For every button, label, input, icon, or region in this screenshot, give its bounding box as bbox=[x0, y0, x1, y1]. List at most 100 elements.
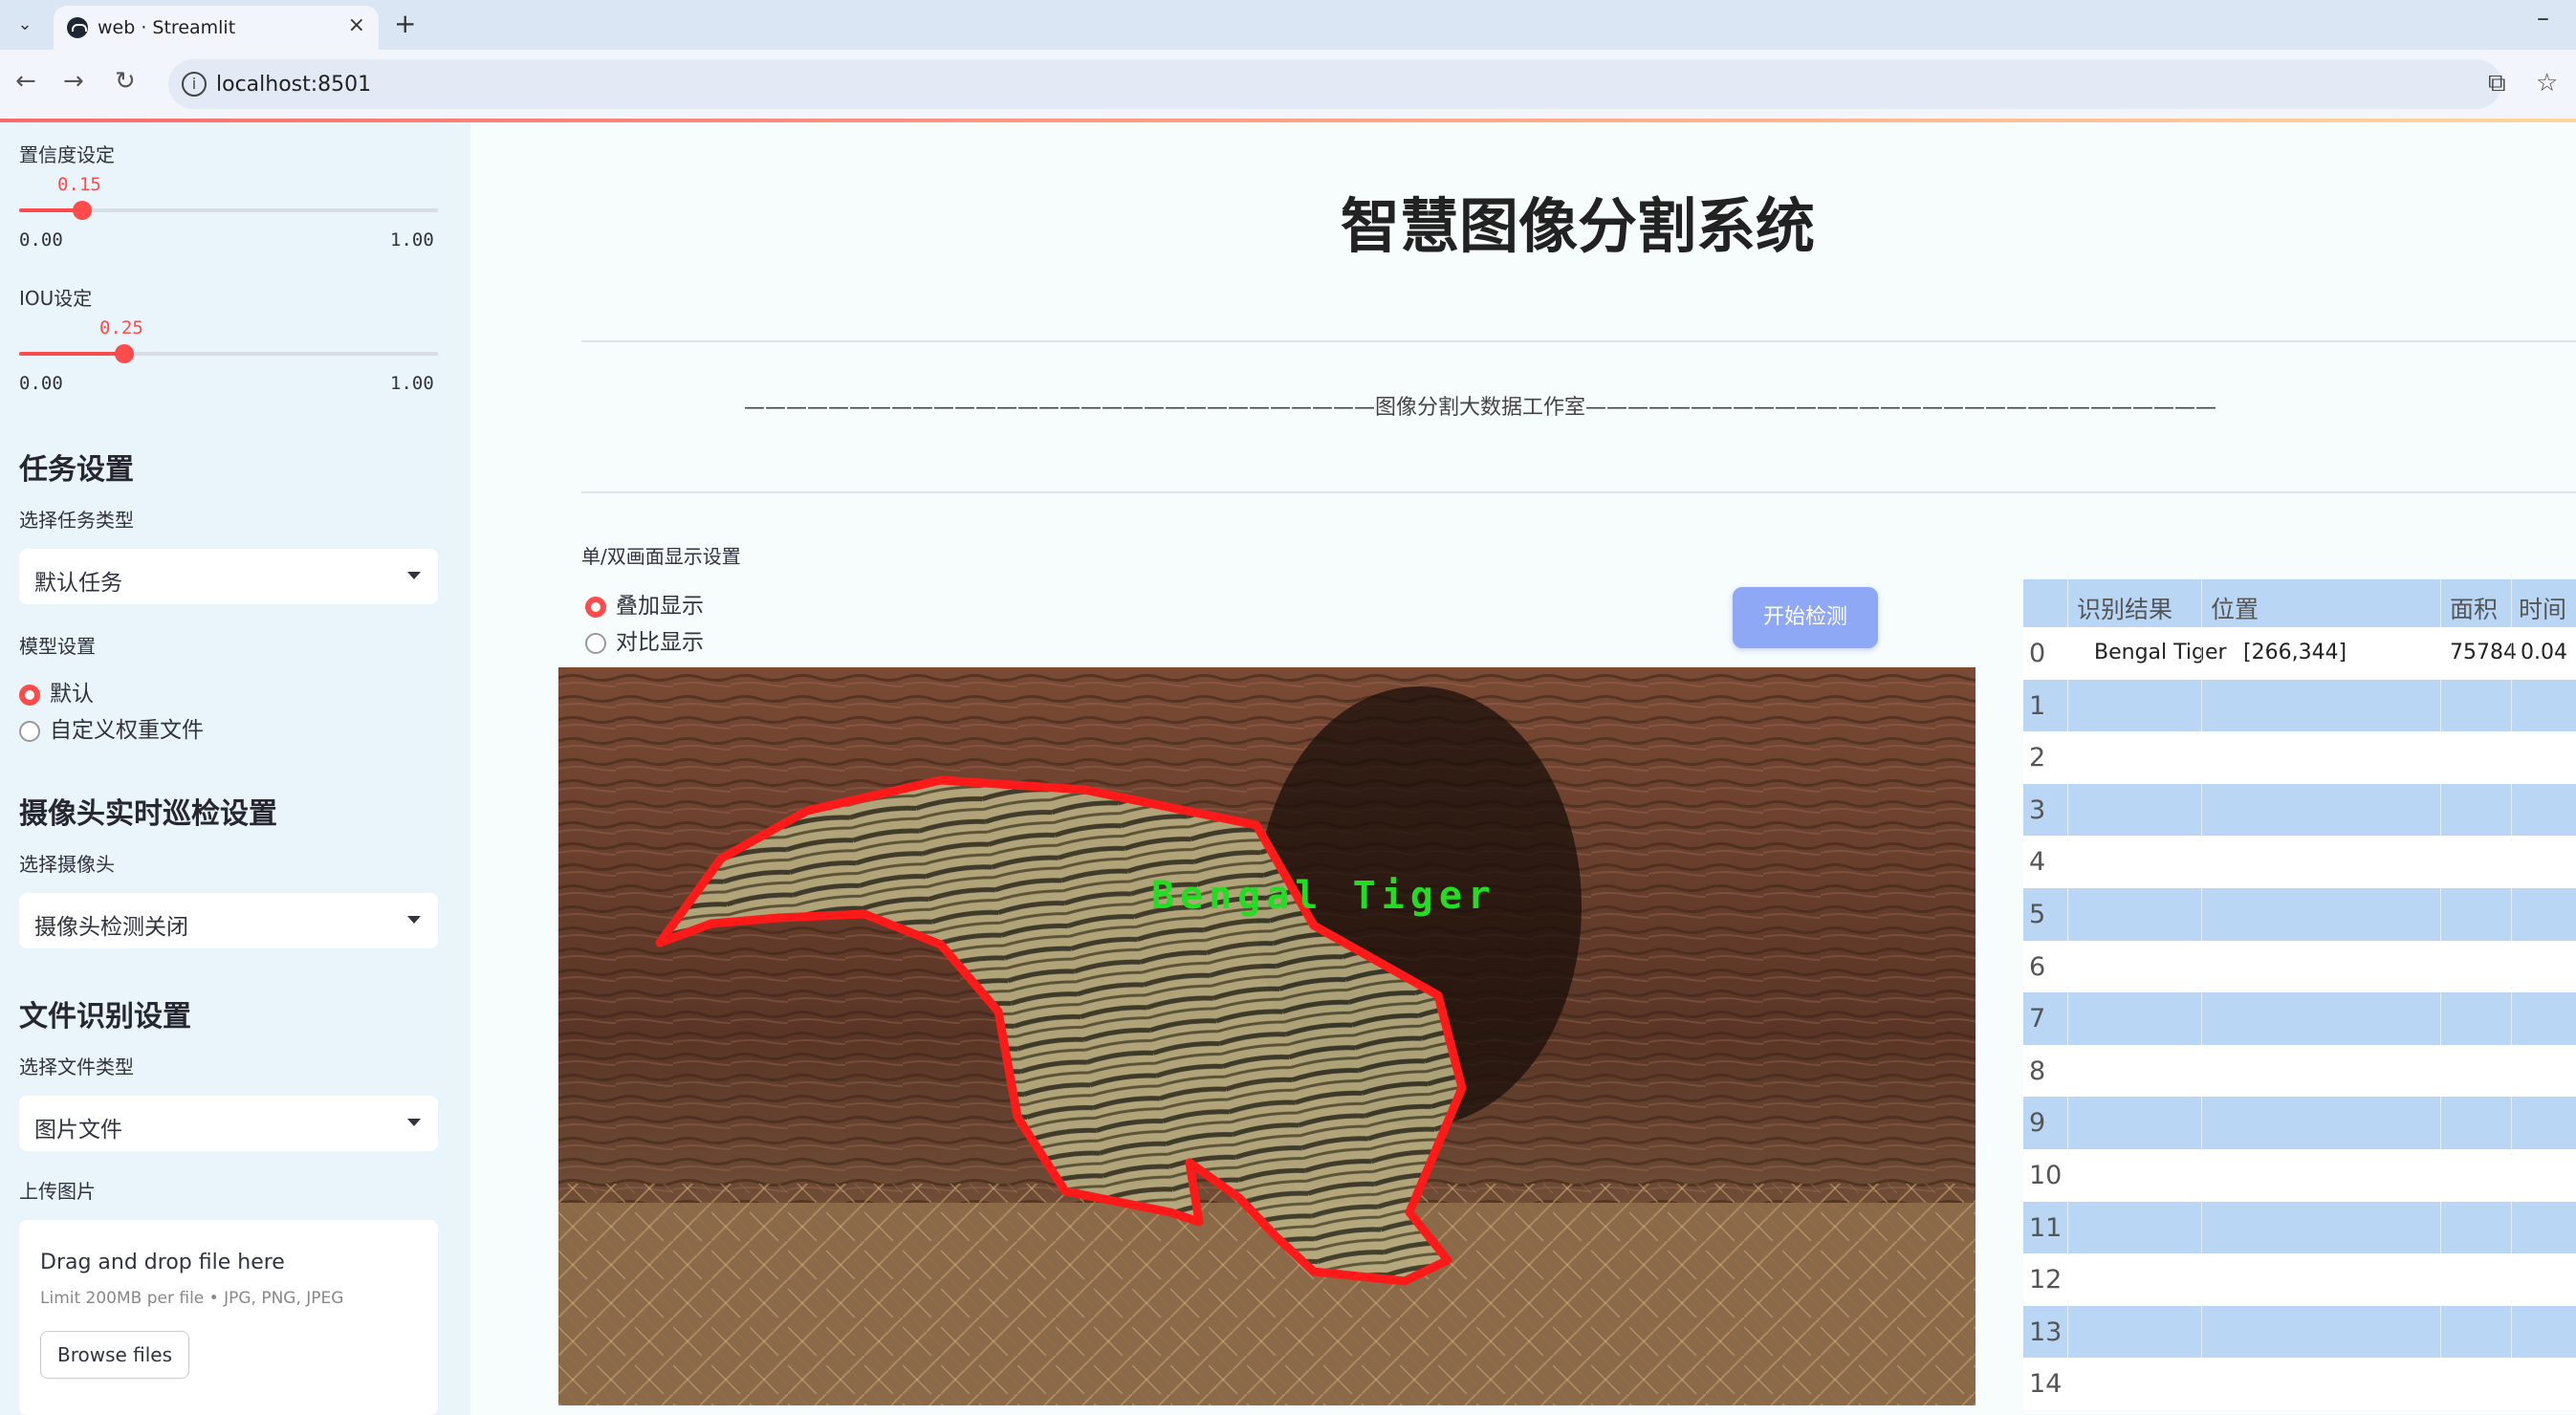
iou-slider[interactable] bbox=[19, 344, 438, 363]
table-row[interactable]: 4 bbox=[2023, 836, 2576, 889]
limit-text: Limit 200MB per file • JPG, PNG, JPEG bbox=[40, 1289, 344, 1308]
table-row[interactable]: 13 bbox=[2023, 1305, 2576, 1359]
table-row[interactable]: 2 bbox=[2023, 731, 2576, 785]
table-row[interactable]: 8 bbox=[2023, 1044, 2576, 1098]
studio-banner: ——————————————————————————————图像分割大数据工作室… bbox=[743, 396, 2216, 420]
model-option-default[interactable]: 默认 bbox=[19, 675, 94, 708]
bookmark-star-icon[interactable]: ☆ bbox=[2536, 69, 2558, 98]
iou-value: 0.25 bbox=[99, 317, 143, 338]
radio-unselected-icon[interactable] bbox=[585, 632, 606, 654]
tab-list-chevron-icon[interactable]: ⌄ bbox=[10, 10, 40, 40]
display-option-compare[interactable]: 对比显示 bbox=[585, 623, 704, 656]
display-setting-label: 单/双画面显示设置 bbox=[581, 545, 741, 568]
column-divider bbox=[2067, 579, 2068, 1415]
reload-icon[interactable]: ↻ bbox=[115, 67, 136, 96]
close-tab-icon[interactable]: × bbox=[348, 13, 365, 37]
row-index: 12 bbox=[2029, 1265, 2063, 1295]
confidence-value: 0.15 bbox=[57, 174, 101, 195]
streamlit-favicon-icon bbox=[67, 17, 88, 38]
radio-selected-icon[interactable] bbox=[585, 596, 606, 618]
cell-area: 75784 bbox=[2450, 641, 2517, 664]
file-select-label: 选择文件类型 bbox=[19, 1056, 134, 1078]
camera-select-value: 摄像头检测关闭 bbox=[34, 915, 188, 940]
table-row[interactable]: 5 bbox=[2023, 888, 2576, 941]
detection-label: Bengal Tiger bbox=[1151, 874, 1496, 918]
task-select[interactable]: 默认任务 bbox=[19, 549, 438, 604]
browser-tab-bar: ⌄ web · Streamlit × + – bbox=[0, 0, 2576, 50]
new-tab-icon[interactable]: + bbox=[394, 8, 416, 39]
divider bbox=[581, 491, 2576, 493]
row-index: 11 bbox=[2029, 1212, 2063, 1243]
back-arrow-icon[interactable]: ← bbox=[15, 67, 36, 96]
model-option-label: 自定义权重文件 bbox=[50, 718, 204, 743]
sidebar: 置信度设定 0.15 0.00 1.00 IOU设定 0.25 0.00 1.0… bbox=[0, 122, 470, 1415]
table-row[interactable]: 7 bbox=[2023, 992, 2576, 1046]
model-option-custom[interactable]: 自定义权重文件 bbox=[19, 711, 204, 744]
cell-result: Bengal Tiger bbox=[2094, 641, 2227, 664]
table-row[interactable]: 10 bbox=[2023, 1149, 2576, 1202]
iou-max: 1.00 bbox=[390, 373, 434, 394]
chevron-down-icon bbox=[407, 572, 421, 579]
minimize-window-icon[interactable]: – bbox=[2537, 4, 2549, 33]
table-row[interactable]: 0 Bengal Tiger [266,344] 75784 0.04 bbox=[2023, 627, 2576, 680]
display-option-overlay[interactable]: 叠加显示 bbox=[585, 587, 704, 620]
page-title: 智慧图像分割系统 bbox=[1340, 191, 1815, 261]
browser-tab[interactable]: web · Streamlit × bbox=[54, 6, 379, 50]
chevron-down-icon bbox=[407, 916, 421, 924]
column-header-result[interactable]: 识别结果 bbox=[2077, 591, 2172, 625]
row-index: 13 bbox=[2029, 1317, 2063, 1347]
table-row[interactable]: 6 bbox=[2023, 940, 2576, 993]
tab-title: web · Streamlit bbox=[98, 17, 236, 38]
result-canvas: Bengal Tiger bbox=[558, 667, 1976, 1405]
table-row[interactable]: 11 bbox=[2023, 1201, 2576, 1254]
column-divider bbox=[2201, 579, 2202, 1415]
model-option-label: 默认 bbox=[50, 682, 94, 707]
table-row[interactable]: 14 bbox=[2023, 1358, 2576, 1411]
confidence-slider[interactable] bbox=[19, 201, 438, 220]
divider bbox=[581, 340, 2576, 342]
row-index: 2 bbox=[2029, 743, 2046, 773]
iou-min: 0.00 bbox=[19, 373, 63, 394]
row-index: 5 bbox=[2029, 900, 2046, 929]
column-divider bbox=[2511, 579, 2512, 1415]
url-text: localhost:8501 bbox=[216, 73, 372, 97]
confidence-max: 1.00 bbox=[390, 229, 434, 250]
camera-heading: 摄像头实时巡检设置 bbox=[19, 797, 277, 831]
table-row[interactable]: 3 bbox=[2023, 783, 2576, 837]
task-heading: 任务设置 bbox=[19, 453, 134, 487]
browse-files-button[interactable]: Browse files bbox=[40, 1331, 189, 1379]
display-option-label: 叠加显示 bbox=[616, 594, 704, 619]
row-index: 3 bbox=[2029, 795, 2046, 825]
table-header: 识别结果 位置 面积 时间 bbox=[2023, 579, 2576, 627]
address-bar[interactable]: i localhost:8501 bbox=[168, 59, 2501, 109]
row-index: 9 bbox=[2029, 1108, 2046, 1139]
drop-text: Drag and drop file here bbox=[40, 1251, 285, 1274]
row-index: 1 bbox=[2029, 690, 2046, 721]
iou-slider-thumb[interactable] bbox=[114, 344, 134, 363]
camera-select[interactable]: 摄像头检测关闭 bbox=[19, 893, 438, 948]
table-row[interactable]: 1 bbox=[2023, 679, 2576, 732]
task-select-value: 默认任务 bbox=[34, 571, 122, 596]
browser-toolbar: ← → ↻ i localhost:8501 ⧉ ☆ bbox=[0, 50, 2576, 119]
start-detection-button[interactable]: 开始检测 bbox=[1733, 587, 1878, 648]
row-index: 6 bbox=[2029, 951, 2046, 982]
chevron-down-icon bbox=[407, 1119, 421, 1126]
file-uploader-dropzone[interactable]: Drag and drop file here Limit 200MB per … bbox=[19, 1220, 438, 1415]
confidence-min: 0.00 bbox=[19, 229, 63, 250]
table-row[interactable]: 9 bbox=[2023, 1097, 2576, 1150]
translate-icon[interactable]: ⧉ bbox=[2488, 69, 2506, 98]
segmentation-result-image: Bengal Tiger bbox=[558, 667, 1976, 1405]
radio-selected-icon[interactable] bbox=[19, 684, 40, 706]
row-index: 0 bbox=[2029, 639, 2046, 668]
radio-unselected-icon[interactable] bbox=[19, 720, 40, 742]
column-header-time[interactable]: 时间 bbox=[2519, 591, 2566, 625]
table-row[interactable]: 12 bbox=[2023, 1253, 2576, 1307]
file-type-select[interactable]: 图片文件 bbox=[19, 1096, 438, 1151]
column-header-area[interactable]: 面积 bbox=[2450, 591, 2498, 625]
confidence-slider-thumb[interactable] bbox=[72, 201, 92, 220]
file-heading: 文件识别设置 bbox=[19, 1000, 191, 1034]
column-header-position[interactable]: 位置 bbox=[2211, 591, 2259, 625]
forward-arrow-icon[interactable]: → bbox=[63, 67, 84, 96]
row-index: 8 bbox=[2029, 1056, 2046, 1086]
site-info-icon[interactable]: i bbox=[182, 72, 207, 97]
